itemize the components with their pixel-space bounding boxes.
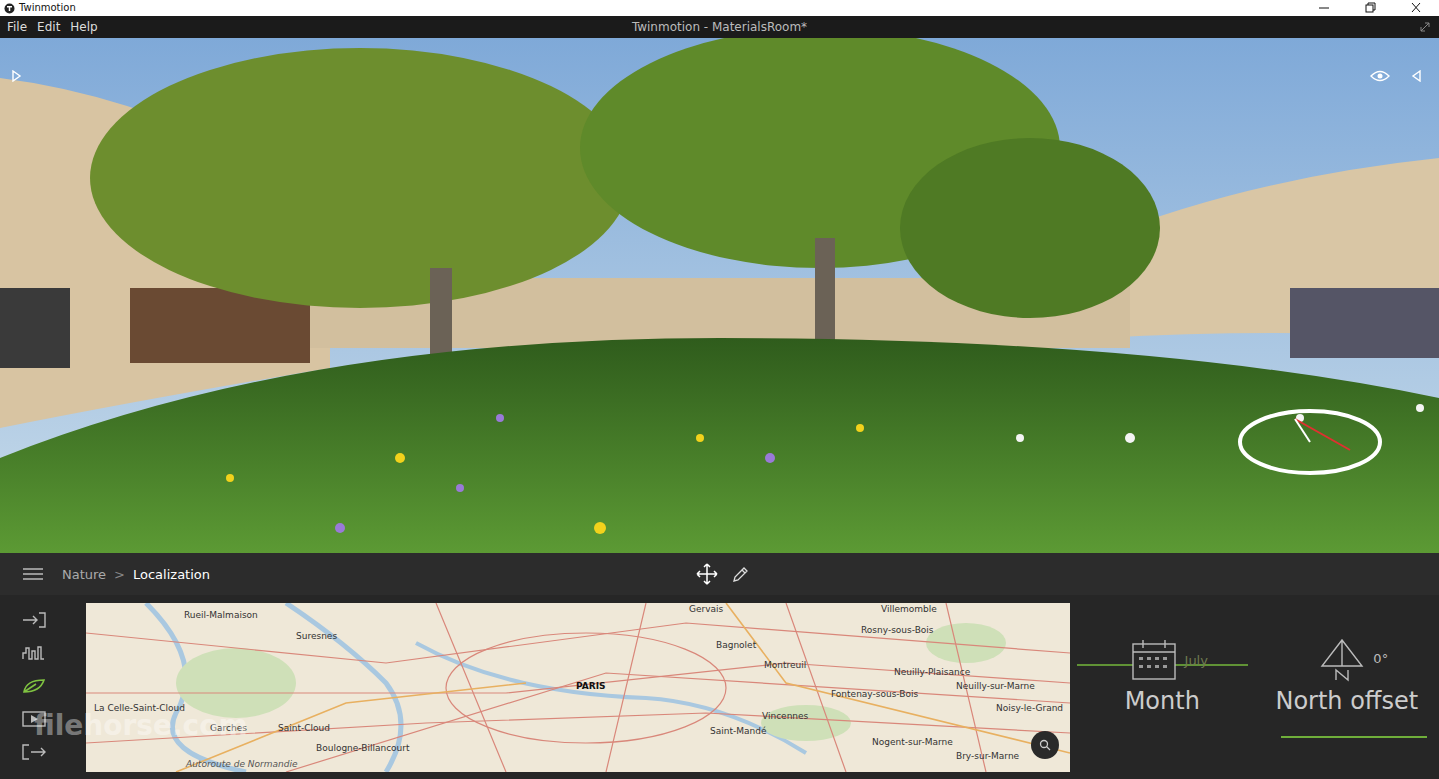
move-icon[interactable] bbox=[696, 563, 718, 585]
expand-icon[interactable] bbox=[1419, 21, 1431, 33]
map-label: Bry-sur-Marne bbox=[956, 751, 1019, 762]
map-label: Boulogne-Billancourt bbox=[316, 743, 410, 754]
map-label: Rueil-Malmaison bbox=[184, 610, 258, 621]
watermark: filehorse.com bbox=[34, 709, 248, 742]
expand-left-panel-icon[interactable] bbox=[10, 70, 22, 82]
document-title: Twinmotion - MaterialsRoom* bbox=[632, 20, 807, 34]
sidebar-item[interactable] bbox=[22, 744, 86, 760]
scene-viewport[interactable] bbox=[0, 38, 1439, 553]
north-offset-slider[interactable] bbox=[1281, 736, 1428, 738]
hamburger-menu-icon[interactable] bbox=[23, 568, 43, 580]
title-bar: Twinmotion bbox=[0, 0, 1439, 16]
menu-item[interactable]: Help bbox=[65, 20, 102, 34]
sidebar bbox=[0, 595, 86, 779]
map-label: Montreuil bbox=[764, 660, 806, 671]
waveform-icon bbox=[22, 645, 46, 661]
import-icon bbox=[22, 612, 46, 628]
map-label: Vincennes bbox=[762, 711, 808, 722]
toolbar: Nature > Localization bbox=[0, 553, 1439, 595]
export-icon bbox=[22, 744, 46, 760]
map-label: Autoroute de Normandie bbox=[186, 759, 298, 770]
map-label: Rosny-sous-Bois bbox=[861, 625, 934, 636]
map-label: Suresnes bbox=[296, 631, 337, 642]
scene-render[interactable] bbox=[0, 38, 1439, 553]
breadcrumb-separator: > bbox=[114, 567, 125, 582]
settings-panel: July Month 0° North offset bbox=[1070, 595, 1439, 779]
app-name: Twinmotion bbox=[19, 0, 76, 16]
breadcrumb: Nature > Localization bbox=[62, 567, 210, 582]
breadcrumb-item[interactable]: Nature bbox=[62, 567, 106, 582]
sidebar-item[interactable] bbox=[22, 678, 86, 694]
breadcrumb-item[interactable]: Localization bbox=[133, 567, 210, 582]
map-label: Neuilly-sur-Marne bbox=[956, 681, 1035, 692]
map-label: Noisy-le-Grand bbox=[996, 703, 1063, 714]
map-label: Nogent-sur-Marne bbox=[872, 737, 953, 748]
map-label: Garches bbox=[210, 723, 247, 734]
close-icon[interactable] bbox=[1393, 0, 1439, 16]
eyedropper-icon[interactable] bbox=[732, 565, 748, 583]
compass-icon[interactable] bbox=[1235, 405, 1385, 485]
map-label: Saint-Cloud bbox=[278, 723, 330, 734]
map-label: Saint-Mandé bbox=[710, 726, 766, 737]
expand-right-panel-icon[interactable] bbox=[1411, 70, 1423, 82]
map-label: Bagnolet bbox=[716, 640, 756, 651]
location-map[interactable]: Rueil-Malmaison Suresnes Gervais Villemombl… bbox=[86, 603, 1070, 772]
map-label: Villemomble bbox=[881, 604, 937, 615]
leaf-icon bbox=[22, 678, 46, 694]
bottom-panel: Rueil-Malmaison Suresnes Gervais Villemombl… bbox=[0, 595, 1439, 779]
eye-icon[interactable] bbox=[1370, 70, 1390, 82]
north-offset-setting[interactable]: 0° North offset bbox=[1255, 637, 1439, 779]
restore-icon[interactable] bbox=[1347, 0, 1393, 16]
media-icon bbox=[22, 711, 46, 727]
menu-bar: FileEditHelp Twinmotion - MaterialsRoom* bbox=[0, 16, 1439, 38]
month-setting[interactable]: July Month bbox=[1070, 637, 1255, 779]
map-label: La Celle-Saint-Cloud bbox=[94, 703, 185, 714]
map-label: PARIS bbox=[576, 681, 606, 692]
sidebar-item[interactable] bbox=[22, 711, 86, 727]
map-label: Fontenay-sous-Bois bbox=[831, 689, 918, 700]
north-offset-value: 0° bbox=[1373, 651, 1388, 666]
sidebar-item[interactable] bbox=[22, 612, 86, 628]
map-search-button[interactable] bbox=[1031, 731, 1059, 759]
map-label: Gervais bbox=[689, 604, 723, 615]
magnifier-icon bbox=[1039, 739, 1051, 751]
map-label: Neuilly-Plaisance bbox=[894, 667, 970, 678]
minimize-icon[interactable] bbox=[1301, 0, 1347, 16]
twinmotion-logo-icon bbox=[4, 3, 15, 14]
calendar-icon bbox=[1131, 639, 1177, 681]
month-label: Month bbox=[1125, 683, 1200, 715]
north-arrow-icon bbox=[1319, 638, 1365, 682]
twinmotion-window: Twinmotion FileEditHelp Twinmotion - Mater… bbox=[0, 0, 1439, 779]
menu-item[interactable]: Edit bbox=[32, 20, 65, 34]
north-offset-label: North offset bbox=[1275, 683, 1418, 715]
month-value: July bbox=[1185, 653, 1208, 668]
menu-item[interactable]: File bbox=[2, 20, 32, 34]
sidebar-item[interactable] bbox=[22, 645, 86, 661]
